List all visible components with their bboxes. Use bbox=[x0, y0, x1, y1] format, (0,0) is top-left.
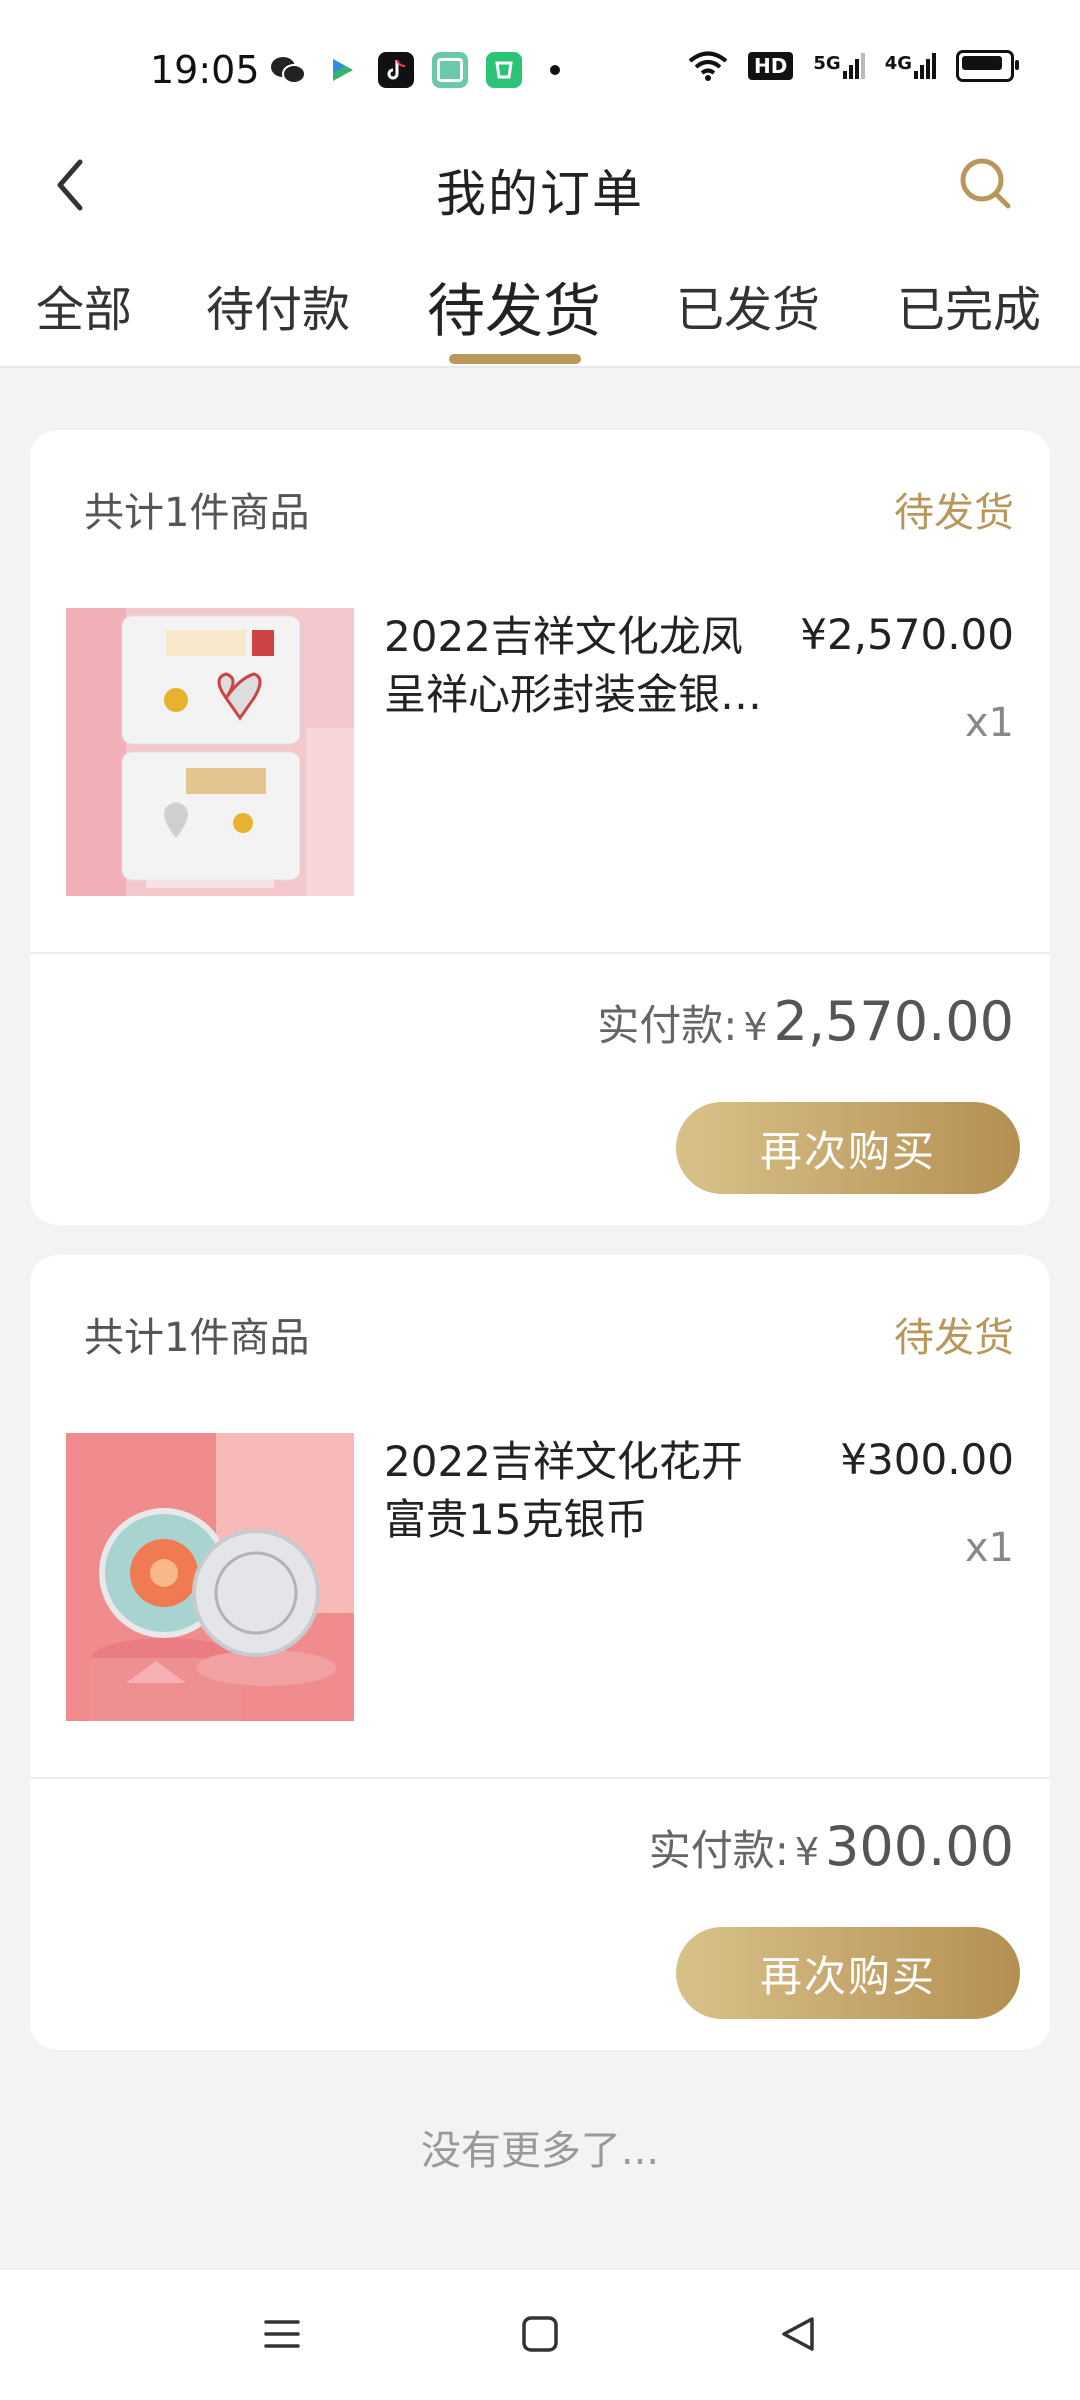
menu-button[interactable] bbox=[262, 2314, 302, 2358]
status-app-icons bbox=[270, 52, 560, 88]
search-icon bbox=[960, 158, 1011, 209]
product-quantity: x1 bbox=[964, 700, 1014, 746]
status-time: 19:05 bbox=[150, 48, 260, 92]
product-name[interactable]: 2022吉祥文化花开富贵15克银币 bbox=[384, 1433, 774, 1549]
notes-app-icon bbox=[432, 52, 468, 88]
system-back-button[interactable] bbox=[778, 2314, 818, 2358]
tab-all[interactable]: 全部 bbox=[36, 270, 132, 340]
paid-currency: ¥ bbox=[743, 1005, 768, 1049]
paid-label: 实付款: bbox=[648, 1826, 789, 1875]
paid-total: 实付款: ¥ 2,570.00 bbox=[597, 990, 1014, 1053]
paid-currency: ¥ bbox=[794, 1830, 820, 1874]
product-price: ¥300.00 bbox=[840, 1435, 1014, 1484]
order-card[interactable]: 共计1件商品 待发货 2022吉祥文化花开富贵15克银币 ¥300.00 x1 … bbox=[30, 1255, 1050, 2050]
divider bbox=[30, 952, 1050, 954]
item-count: 共计1件商品 bbox=[84, 1315, 310, 1361]
no-more-text: 没有更多了... bbox=[420, 2128, 660, 2174]
hd-badge: HD bbox=[748, 52, 794, 80]
tiktok-icon bbox=[378, 52, 414, 88]
wechat-icon bbox=[270, 52, 306, 88]
shop-app-icon bbox=[486, 52, 522, 88]
menu-icon bbox=[264, 2320, 300, 2348]
home-button[interactable] bbox=[520, 2314, 560, 2358]
paid-amount: 2,570.00 bbox=[773, 990, 1014, 1053]
back-triangle-icon bbox=[782, 2317, 814, 2351]
battery-icon bbox=[956, 50, 1019, 82]
search-button[interactable] bbox=[952, 150, 1022, 220]
paid-total: 实付款: ¥ 300.00 bbox=[649, 1815, 1014, 1878]
tab-completed[interactable]: 已完成 bbox=[897, 270, 1041, 340]
product-quantity: x1 bbox=[964, 1525, 1014, 1571]
status-bar: 19:05 HD 5G 4G bbox=[0, 0, 1080, 130]
system-nav-bar bbox=[0, 2270, 1080, 2400]
page-title: 我的订单 bbox=[436, 165, 644, 223]
video-app-icon bbox=[324, 52, 360, 88]
home-square-icon bbox=[522, 2316, 558, 2352]
wifi-icon bbox=[688, 51, 728, 81]
tab-pending-shipment[interactable]: 待发货 bbox=[427, 264, 601, 348]
tab-pending-payment[interactable]: 待付款 bbox=[206, 270, 350, 340]
tab-shipped[interactable]: 已发货 bbox=[676, 270, 820, 340]
status-right-icons: HD 5G 4G bbox=[688, 50, 1019, 82]
order-tabs: 全部 待付款 待发货 已发货 已完成 bbox=[0, 240, 1080, 368]
divider bbox=[30, 1777, 1050, 1779]
order-card[interactable]: 共计1件商品 待发货 2022吉祥文化龙凤呈祥心形封装金银… ¥2,570.00… bbox=[30, 430, 1050, 1225]
paid-amount: 300.00 bbox=[825, 1815, 1014, 1878]
signal-4g-icon: 4G bbox=[885, 53, 936, 79]
rebuy-button[interactable]: 再次购买 bbox=[676, 1927, 1020, 2019]
paid-label: 实付款: bbox=[597, 1001, 738, 1050]
notification-dot-icon bbox=[550, 65, 560, 75]
product-name[interactable]: 2022吉祥文化龙凤呈祥心形封装金银… bbox=[384, 608, 774, 724]
product-image[interactable] bbox=[66, 608, 354, 896]
active-tab-indicator bbox=[449, 354, 581, 364]
rebuy-button[interactable]: 再次购买 bbox=[676, 1102, 1020, 1194]
order-status: 待发货 bbox=[894, 1315, 1014, 1361]
product-image[interactable] bbox=[66, 1433, 354, 1721]
signal-5g-icon: 5G bbox=[813, 53, 865, 79]
order-status: 待发货 bbox=[894, 490, 1014, 536]
product-price: ¥2,570.00 bbox=[800, 610, 1014, 659]
item-count: 共计1件商品 bbox=[84, 490, 310, 536]
top-navbar: 我的订单 bbox=[0, 130, 1080, 240]
